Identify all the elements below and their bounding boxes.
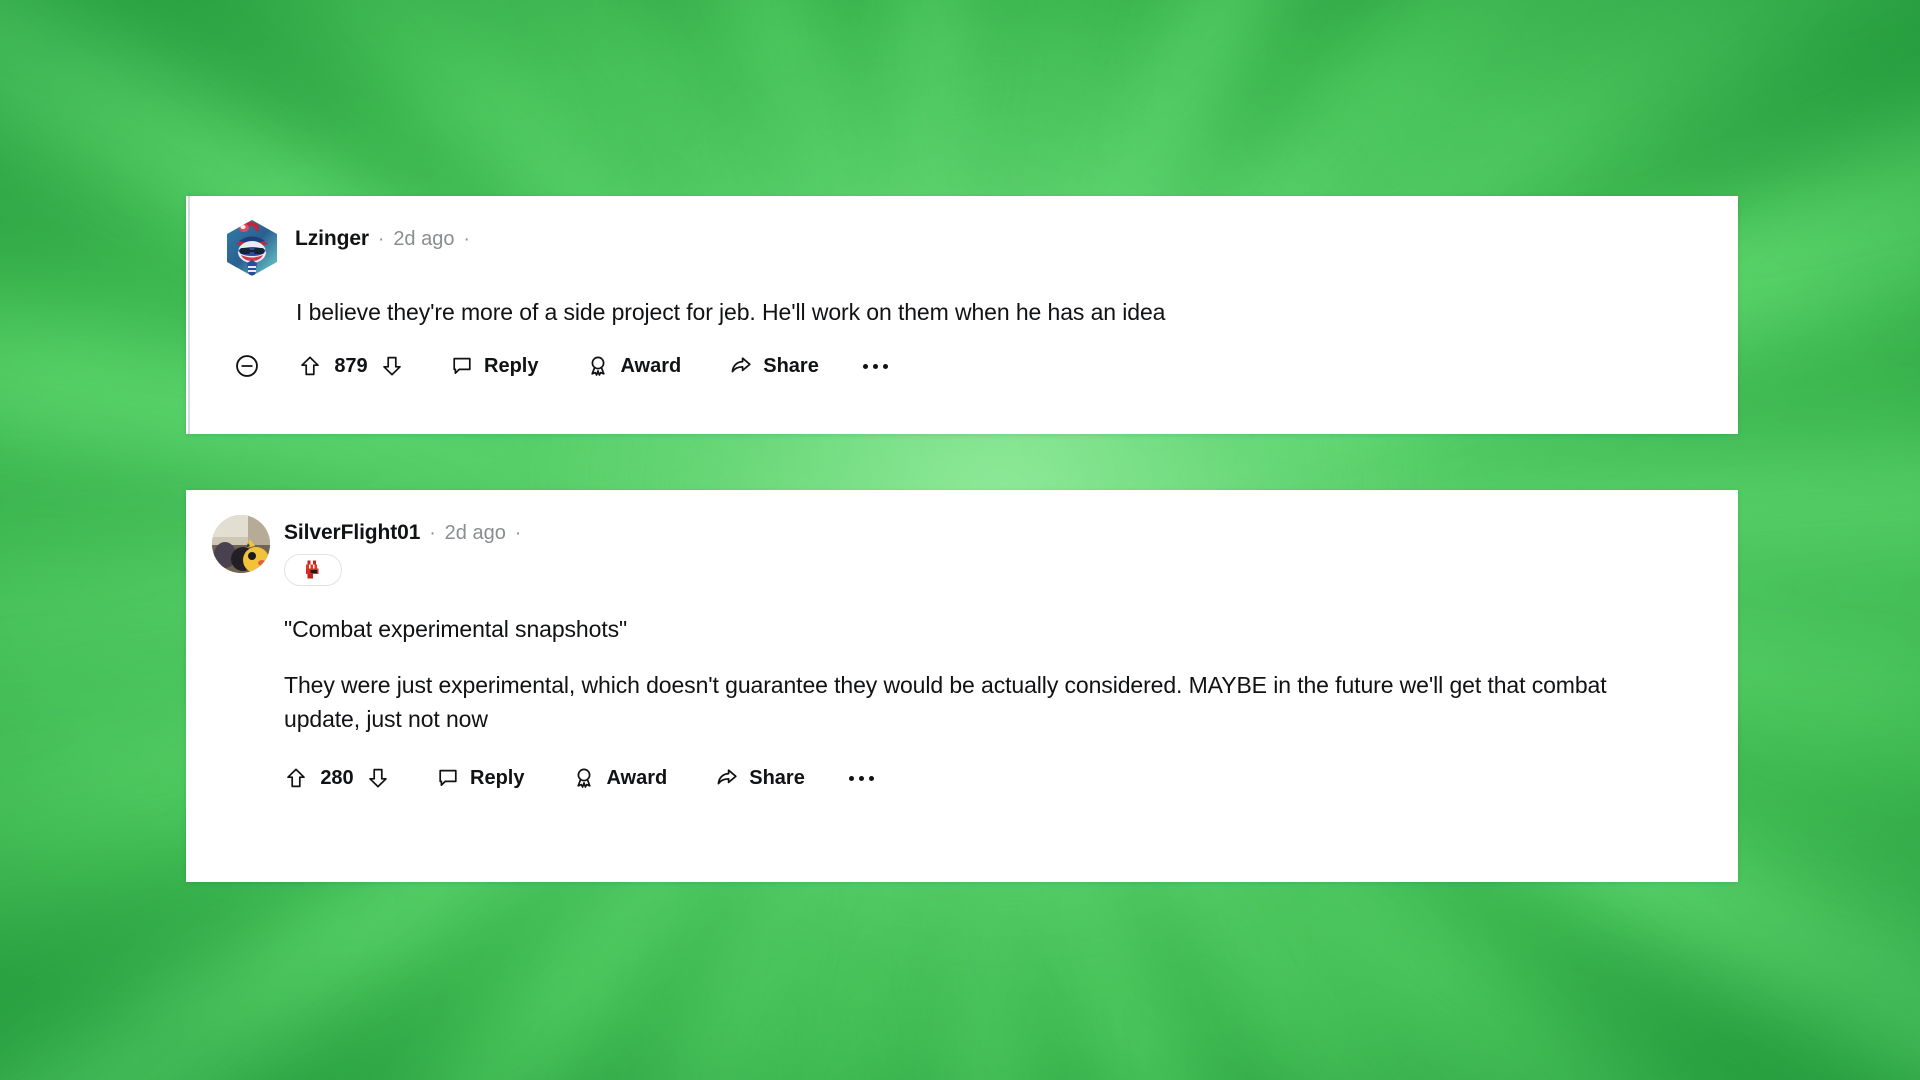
award-label: Award [606, 766, 668, 789]
comment-card-lzinger: Lzinger · 2d ago · I believe they're mor… [186, 196, 1738, 434]
comment-body: I believe they're more of a side project… [186, 277, 1738, 329]
share-button[interactable]: Share [729, 354, 819, 378]
comment-action-bar: 280 Reply Award Share [186, 736, 1738, 790]
reply-label: Reply [470, 766, 525, 789]
comment-author[interactable]: SilverFlight01 [284, 521, 420, 545]
share-label: Share [763, 354, 819, 377]
award-rosette-icon [586, 354, 610, 378]
collapse-thread-button[interactable] [234, 353, 260, 379]
user-flair-badge[interactable] [284, 554, 342, 586]
comment-action-bar: 879 Reply Award Share [186, 329, 1738, 379]
more-options-button[interactable] [848, 775, 874, 781]
avatar[interactable] [223, 219, 281, 277]
comment-header: Lzinger · 2d ago · [186, 196, 1738, 277]
dot-2 [858, 775, 864, 781]
downvote-button[interactable] [380, 354, 404, 378]
minecraft-pixel-icon [302, 559, 324, 581]
award-rosette-icon [572, 766, 596, 790]
screenshot-stage: Lzinger · 2d ago · I believe they're mor… [0, 0, 1920, 1080]
thread-line[interactable] [188, 196, 190, 434]
comment-meta: SilverFlight01 · 2d ago · [284, 515, 521, 586]
upvote-button[interactable] [284, 766, 308, 790]
upvote-button[interactable] [298, 354, 322, 378]
comment-timestamp: 2d ago [393, 228, 455, 250]
award-button[interactable]: Award [586, 354, 681, 378]
vote-group: 280 [284, 766, 390, 790]
vote-group: 879 [298, 354, 404, 378]
comment-timestamp: 2d ago [444, 522, 506, 544]
dot-3 [868, 775, 874, 781]
reply-label: Reply [484, 354, 539, 377]
award-button[interactable]: Award [572, 766, 667, 790]
vote-count: 879 [334, 354, 368, 377]
meta-separator-1: · [377, 229, 385, 250]
comment-meta: Lzinger · 2d ago · [295, 221, 470, 251]
dot-1 [848, 775, 854, 781]
comment-author[interactable]: Lzinger [295, 227, 369, 251]
dot-1 [862, 363, 868, 369]
meta-separator-2: · [463, 229, 470, 250]
share-arrow-icon [715, 766, 739, 790]
vote-count: 280 [320, 766, 354, 789]
reply-button[interactable]: Reply [450, 354, 538, 378]
share-arrow-icon [729, 354, 753, 378]
meta-separator-1: · [429, 523, 436, 544]
dot-3 [882, 363, 888, 369]
meta-separator-2: · [514, 523, 522, 544]
reply-button[interactable]: Reply [436, 766, 524, 790]
comment-body: "Combat experimental snapshots" They wer… [186, 586, 1738, 736]
share-button[interactable]: Share [715, 766, 805, 790]
comment-bubble-icon [450, 354, 474, 378]
more-options-button[interactable] [862, 363, 888, 369]
downvote-button[interactable] [366, 766, 390, 790]
comment-paragraph: I believe they're more of a side project… [296, 299, 1166, 325]
comment-paragraph: "Combat experimental snapshots" [284, 616, 628, 642]
award-label: Award [620, 354, 682, 377]
dot-2 [872, 363, 878, 369]
share-label: Share [749, 766, 805, 789]
comment-card-silverflight01: SilverFlight01 · 2d ago · "Combat experi… [186, 490, 1738, 882]
comment-bubble-icon [436, 766, 460, 790]
avatar[interactable] [212, 515, 270, 573]
comment-header: SilverFlight01 · 2d ago · [186, 490, 1738, 586]
comment-paragraph: They were just experimental, which doesn… [284, 672, 1607, 733]
